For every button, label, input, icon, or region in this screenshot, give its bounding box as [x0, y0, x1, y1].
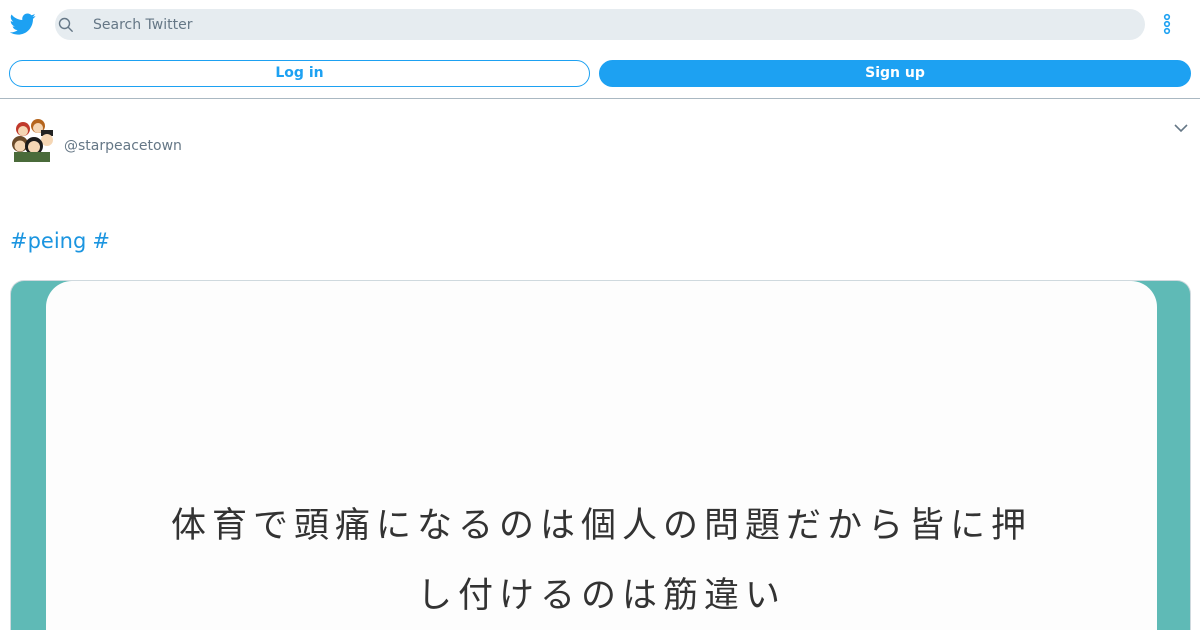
card-text-line-1: 体育で頭痛になるのは個人の問題だから皆に押	[170, 506, 1032, 546]
tweet-text: #peing #	[10, 229, 116, 253]
hashtag-link[interactable]: #peing	[10, 229, 86, 253]
vertical-ellipsis-icon[interactable]	[1158, 12, 1176, 38]
top-bar	[0, 0, 1200, 48]
tweet-media-image[interactable]: 体育で頭痛になるのは個人の問題だから皆に押 し付けるのは筋違い	[10, 280, 1191, 630]
search-icon	[58, 17, 73, 32]
user-handle[interactable]: @starpeacetown	[64, 138, 182, 154]
card-text-line-2: し付けるのは筋違い	[416, 576, 786, 616]
auth-bar: Log in Sign up	[0, 48, 1200, 99]
login-button[interactable]: Log in	[9, 60, 590, 87]
twitter-bird-icon[interactable]	[10, 11, 36, 37]
chevron-down-icon[interactable]	[1173, 122, 1189, 134]
question-card: 体育で頭痛になるのは個人の問題だから皆に押 し付けるのは筋違い	[46, 281, 1157, 630]
search-input[interactable]	[93, 9, 1133, 40]
avatar[interactable]	[10, 116, 54, 162]
search-bar[interactable]	[55, 9, 1145, 40]
hashtag-link[interactable]: #	[92, 229, 110, 253]
signup-button[interactable]: Sign up	[599, 60, 1191, 87]
